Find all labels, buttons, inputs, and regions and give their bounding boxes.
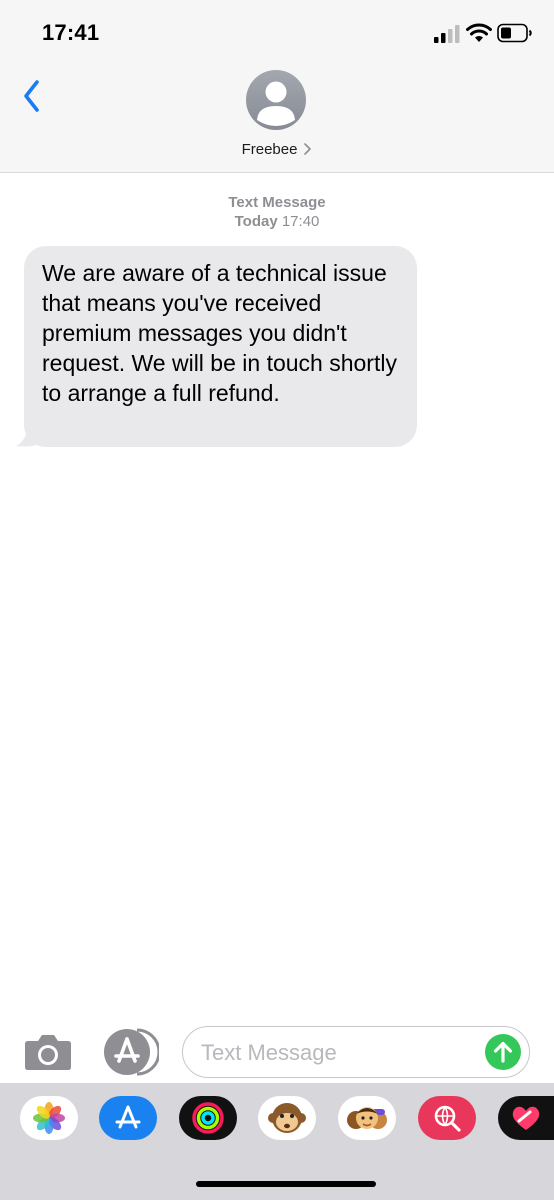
animoji-app-button[interactable] bbox=[258, 1096, 316, 1140]
battery-icon bbox=[497, 23, 532, 43]
memoji-app-button[interactable] bbox=[338, 1096, 396, 1140]
heart-sticker-icon bbox=[512, 1106, 540, 1130]
contact-name: Freebee bbox=[241, 140, 298, 158]
activity-icon bbox=[192, 1102, 224, 1134]
photos-icon bbox=[33, 1102, 65, 1134]
chevron-left-icon bbox=[24, 80, 39, 112]
send-button[interactable] bbox=[485, 1034, 521, 1070]
status-time: 17:41 bbox=[42, 20, 100, 45]
camera-button[interactable] bbox=[24, 1033, 72, 1071]
app-store-icon bbox=[104, 1028, 161, 1076]
timestamp-time: 17:40 bbox=[281, 213, 320, 230]
web-search-icon bbox=[434, 1105, 461, 1132]
animoji-monkey-icon bbox=[268, 1103, 306, 1133]
heart-sticker-app-button[interactable] bbox=[498, 1096, 554, 1140]
photos-app-button[interactable] bbox=[20, 1096, 78, 1140]
app-store-icon bbox=[115, 1105, 141, 1129]
apps-button[interactable] bbox=[101, 1028, 161, 1076]
contact-details-button[interactable]: Freebee bbox=[0, 137, 554, 161]
wifi-icon bbox=[466, 23, 492, 42]
home-indicator[interactable] bbox=[196, 1181, 376, 1187]
message-input-field[interactable] bbox=[182, 1026, 530, 1078]
send-arrow-up-icon bbox=[493, 1041, 513, 1063]
message-text: We are aware of a technical issue that m… bbox=[42, 260, 397, 406]
message-service-label: Text Message bbox=[228, 194, 326, 211]
cellular-signal-icon bbox=[434, 25, 460, 43]
contact-avatar[interactable] bbox=[246, 70, 306, 130]
activity-app-button[interactable] bbox=[179, 1096, 237, 1140]
app-store-app-button[interactable] bbox=[99, 1096, 157, 1140]
chevron-right-icon bbox=[304, 143, 312, 155]
message-input[interactable] bbox=[201, 1037, 481, 1069]
navigation-header: 17:41 Freebee bbox=[0, 0, 554, 173]
memoji-icon bbox=[347, 1107, 387, 1129]
timestamp-day: Today bbox=[234, 213, 278, 230]
person-silhouette-icon bbox=[257, 81, 295, 126]
web-search-app-button[interactable] bbox=[418, 1096, 476, 1140]
back-button[interactable] bbox=[14, 74, 48, 118]
message-timestamp: Today 17:40 bbox=[0, 213, 554, 230]
camera-icon bbox=[25, 1035, 71, 1070]
incoming-message-bubble[interactable]: We are aware of a technical issue that m… bbox=[24, 246, 417, 447]
